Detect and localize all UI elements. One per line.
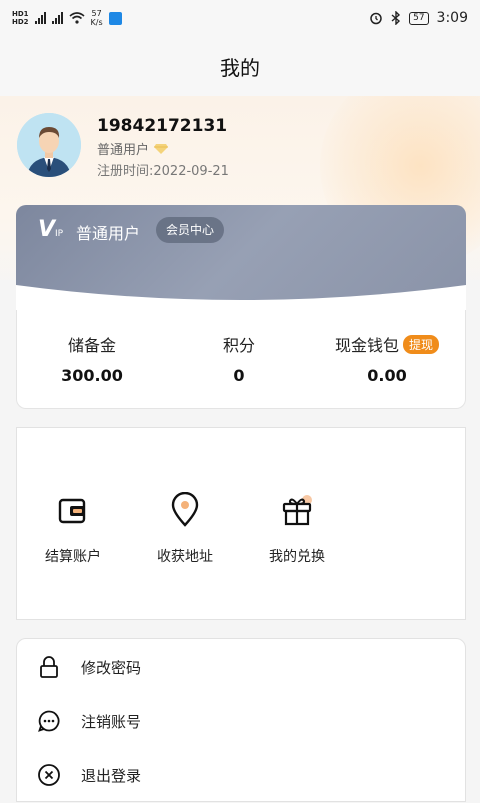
stat-value: 0.00 xyxy=(367,366,407,385)
stat-cash-wallet[interactable]: 现金钱包 提现 0.00 xyxy=(317,332,457,385)
bluetooth-icon xyxy=(391,11,401,25)
status-right: 57 3:09 xyxy=(369,10,468,26)
register-date: 注册时间:2022-09-21 xyxy=(97,164,229,179)
close-circle-icon xyxy=(38,764,60,786)
stat-label: 储备金 xyxy=(67,336,116,355)
signal-icon xyxy=(34,12,46,24)
stat-value: 0 xyxy=(233,366,245,385)
battery-icon: 57 xyxy=(409,11,429,25)
menu-label: 退出登录 xyxy=(81,766,142,785)
hd-indicator: HD1 HD2 xyxy=(12,10,29,26)
user-type-label: 普通用户 xyxy=(97,143,150,158)
settings-menu: 修改密码 注销账号 退出登录 xyxy=(16,638,466,802)
user-type: 普通用户 xyxy=(97,139,169,158)
stat-label: 现金钱包 xyxy=(334,336,399,355)
app-notification-icon xyxy=(108,11,122,25)
user-avatar-icon xyxy=(17,113,81,177)
menu-label: 注销账号 xyxy=(81,712,142,731)
menu-label: 修改密码 xyxy=(81,658,142,677)
menu-item-change-password[interactable]: 修改密码 xyxy=(17,647,467,687)
feature-my-redemption[interactable]: 我的兑换 xyxy=(247,492,347,566)
withdraw-button[interactable]: 提现 xyxy=(403,334,440,354)
menu-item-logout[interactable]: 退出登录 xyxy=(17,755,467,795)
user-phone: 19842172131 xyxy=(97,116,228,136)
location-pin-icon xyxy=(171,491,199,527)
stat-label: 积分 xyxy=(222,336,255,355)
stat-label-row: 现金钱包 提现 xyxy=(317,332,457,356)
status-left: HD1 HD2 57 K/s xyxy=(12,9,122,27)
signal-icon xyxy=(51,12,63,24)
stat-points[interactable]: 积分 0 xyxy=(169,332,309,385)
feature-label: 我的兑换 xyxy=(269,549,325,565)
avatar[interactable] xyxy=(17,113,81,177)
stats-card: 储备金 300.00 积分 0 现金钱包 提现 0.00 xyxy=(16,300,466,409)
vip-logo: VIP xyxy=(38,217,64,242)
stat-value: 300.00 xyxy=(61,366,123,385)
clock: 3:09 xyxy=(436,10,468,26)
feature-label: 结算账户 xyxy=(45,549,101,565)
feature-shipping-address[interactable]: 收获地址 xyxy=(135,491,235,566)
vip-level-label: 普通用户 xyxy=(76,224,141,243)
stat-reserve[interactable]: 储备金 300.00 xyxy=(22,332,162,385)
title-bar: 我的 xyxy=(0,36,480,96)
wifi-icon xyxy=(69,12,85,24)
gift-icon xyxy=(282,495,312,526)
status-bar: HD1 HD2 57 K/s 57 3:09 xyxy=(0,0,480,36)
menu-item-cancel-account[interactable]: 注销账号 xyxy=(17,701,467,741)
chat-bubble-icon xyxy=(38,710,60,732)
page-title: 我的 xyxy=(220,55,260,80)
member-center-button[interactable]: 会员中心 xyxy=(156,217,225,243)
lock-icon xyxy=(40,656,58,678)
card-curve-divider xyxy=(0,280,480,310)
alarm-icon xyxy=(370,12,382,25)
net-speed: 57 K/s xyxy=(90,9,103,27)
feature-settlement-account[interactable]: 结算账户 xyxy=(23,492,123,566)
wallet-icon xyxy=(58,498,86,524)
feature-label: 收获地址 xyxy=(157,549,213,565)
diamond-icon xyxy=(154,143,169,154)
features-panel: 结算账户 收获地址 我的兑换 xyxy=(16,427,466,620)
